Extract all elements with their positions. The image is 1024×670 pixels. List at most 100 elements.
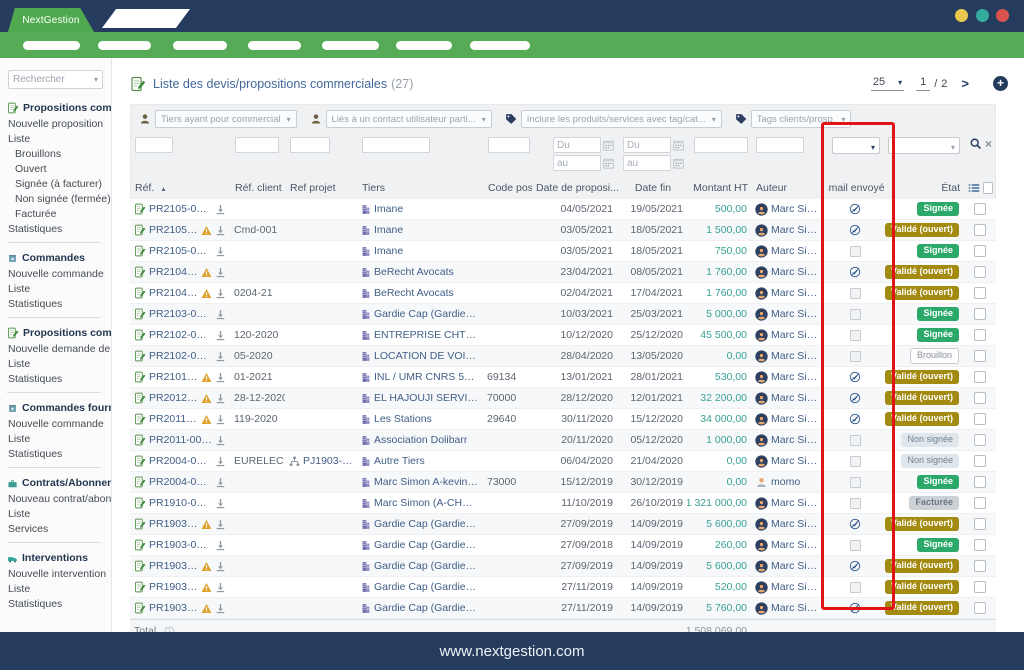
proposal-ref-link[interactable]: PR1910-0010 bbox=[149, 497, 212, 509]
sidebar-search-select[interactable]: Rechercher bbox=[8, 70, 103, 89]
status-filter-select[interactable] bbox=[888, 137, 960, 154]
author-link[interactable]: Marc Simon bbox=[771, 371, 823, 383]
row-checkbox[interactable] bbox=[974, 371, 986, 383]
download-icon[interactable] bbox=[215, 498, 226, 509]
table-row[interactable]: PR2011-0013Association Dolibarr20/11/202… bbox=[130, 430, 996, 451]
author-link[interactable]: Marc Simon bbox=[771, 413, 823, 425]
sidebar-item[interactable]: Liste bbox=[0, 431, 111, 446]
row-checkbox[interactable] bbox=[974, 266, 986, 278]
tiers-link[interactable]: Les Stations bbox=[374, 413, 432, 425]
author-link[interactable]: Marc Simon bbox=[771, 329, 823, 341]
current-page-input[interactable]: 1 bbox=[916, 76, 930, 91]
author-link[interactable]: Marc Simon bbox=[771, 392, 823, 404]
sidebar-section-title[interactable]: Propositions comme... bbox=[0, 324, 111, 341]
tiers-link[interactable]: LOCATION DE VOITURE & R... bbox=[374, 350, 479, 362]
column-header[interactable]: Date fin bbox=[618, 182, 688, 194]
sidebar-item[interactable]: Nouvelle demande de prix bbox=[0, 341, 111, 356]
status-dot-red[interactable] bbox=[996, 9, 1009, 22]
proposal-ref-link[interactable]: PR1903-0006 bbox=[149, 581, 198, 593]
filter-dropdown[interactable]: Liés à un contact utilisateur parti... bbox=[326, 110, 492, 128]
column-header[interactable]: État bbox=[884, 182, 964, 194]
download-icon[interactable] bbox=[215, 477, 226, 488]
sidebar-item[interactable]: Statistiques bbox=[0, 371, 111, 386]
table-row[interactable]: PR2102-0018120-2020ENTREPRISE CHTIOUI10/… bbox=[130, 325, 996, 346]
sidebar-section-title[interactable]: Interventions bbox=[0, 549, 111, 566]
column-header[interactable]: Ref projet bbox=[286, 182, 358, 194]
sidebar-item[interactable]: Nouvelle commande bbox=[0, 266, 111, 281]
tiers-link[interactable]: Gardie Cap (Gardie Cap) bbox=[374, 518, 479, 530]
table-row[interactable]: PR1903-0008Gardie Cap (Gardie Cap)27/09/… bbox=[130, 535, 996, 556]
proposal-ref-link[interactable]: PR2011-0013 bbox=[149, 434, 212, 446]
proposal-ref-link[interactable]: PR2004-0011 bbox=[149, 476, 212, 488]
filter-dropdown[interactable]: Tiers ayant pour commercial bbox=[155, 110, 297, 128]
author-link[interactable]: Marc Simon bbox=[771, 518, 823, 530]
sidebar-section-title[interactable]: Contrats/Abonnements bbox=[0, 474, 111, 491]
row-checkbox[interactable] bbox=[974, 434, 986, 446]
sidebar-item[interactable]: Liste bbox=[0, 581, 111, 596]
tiers-link[interactable]: Imane bbox=[374, 203, 403, 215]
table-row[interactable]: PR2004-0011Marc Simon A-kevin (A-Kevin)7… bbox=[130, 472, 996, 493]
add-proposal-button[interactable] bbox=[993, 76, 1008, 91]
tiers-link[interactable]: EL HAJOUJI SERVICES bbox=[374, 392, 479, 404]
email-sent-filter-select[interactable] bbox=[832, 137, 880, 154]
filter-date-end-to-input[interactable] bbox=[623, 155, 671, 171]
filter-dropdown[interactable]: Tags clients/prosp. bbox=[751, 110, 852, 128]
row-checkbox[interactable] bbox=[974, 581, 986, 593]
column-header[interactable]: Montant HT bbox=[688, 182, 752, 194]
proposal-ref-link[interactable]: PR2105-0023 bbox=[149, 224, 198, 236]
tiers-link[interactable]: Autre Tiers bbox=[374, 455, 425, 467]
proposal-ref-link[interactable]: PR2105-0024 bbox=[149, 203, 212, 215]
sidebar-section-title[interactable]: Propositions comme... bbox=[0, 99, 111, 116]
secondary-tab[interactable] bbox=[102, 9, 190, 28]
row-checkbox[interactable] bbox=[974, 539, 986, 551]
row-checkbox[interactable] bbox=[974, 518, 986, 530]
download-icon[interactable] bbox=[215, 393, 226, 404]
sidebar-section-title[interactable]: Commandes fourniss... bbox=[0, 399, 111, 416]
table-row[interactable]: PR2105-0022Imane03/05/202118/05/2021750,… bbox=[130, 241, 996, 262]
column-header[interactable]: Tiers bbox=[358, 182, 484, 194]
download-icon[interactable] bbox=[215, 414, 226, 425]
download-icon[interactable] bbox=[215, 288, 226, 299]
sidebar-item[interactable]: Services bbox=[0, 521, 111, 536]
tiers-link[interactable]: INL / UMR CNRS 5512 (INL / ... bbox=[374, 371, 479, 383]
author-link[interactable]: Marc Simon bbox=[771, 602, 823, 614]
sidebar-item[interactable]: Non signée (fermée) bbox=[0, 191, 111, 206]
menu-item-pill[interactable] bbox=[470, 41, 530, 50]
download-icon[interactable] bbox=[215, 540, 226, 551]
sidebar-item[interactable]: Signée (à facturer) bbox=[0, 176, 111, 191]
author-link[interactable]: Marc Simon bbox=[771, 224, 823, 236]
sidebar-item[interactable]: Statistiques bbox=[0, 296, 111, 311]
table-row[interactable]: PR1910-0010Marc Simon (A-CHARIF)11/10/20… bbox=[130, 493, 996, 514]
sidebar-item[interactable]: Liste bbox=[0, 281, 111, 296]
table-row[interactable]: PR2105-0024Imane04/05/202119/05/2021500,… bbox=[130, 199, 996, 220]
table-row[interactable]: PR2102-001705-2020LOCATION DE VOITURE & … bbox=[130, 346, 996, 367]
column-header[interactable]: Code postal bbox=[484, 182, 532, 194]
tiers-link[interactable]: BeRecht Avocats bbox=[374, 287, 454, 299]
row-checkbox[interactable] bbox=[974, 329, 986, 341]
download-icon[interactable] bbox=[215, 372, 226, 383]
filter-project-input[interactable] bbox=[290, 137, 330, 153]
proposal-ref-link[interactable]: PR1903-0005 bbox=[149, 602, 198, 614]
calendar-icon[interactable] bbox=[603, 140, 614, 151]
author-link[interactable]: Marc Simon bbox=[771, 581, 823, 593]
filter-client-ref-input[interactable] bbox=[235, 137, 279, 153]
proposal-ref-link[interactable]: PR2105-0022 bbox=[149, 245, 212, 257]
proposal-ref-link[interactable]: PR2102-0018 bbox=[149, 329, 212, 341]
sidebar-item[interactable]: Statistiques bbox=[0, 596, 111, 611]
tiers-link[interactable]: Association Dolibarr bbox=[374, 434, 467, 446]
author-link[interactable]: Marc Simon bbox=[771, 308, 823, 320]
proposal-ref-link[interactable]: PR2012-0015 bbox=[149, 392, 198, 404]
column-header[interactable]: Email envoyé? bbox=[828, 182, 884, 194]
table-row[interactable]: PR1903-0009Gardie Cap (Gardie Cap)27/09/… bbox=[130, 514, 996, 535]
table-row[interactable]: PR2011-0014119-2020Les Stations2964030/1… bbox=[130, 409, 996, 430]
author-link[interactable]: Marc Simon bbox=[771, 245, 823, 257]
proposal-ref-link[interactable]: PR1903-0008 bbox=[149, 539, 212, 551]
filter-postcode-input[interactable] bbox=[488, 137, 530, 153]
calendar-icon[interactable] bbox=[673, 158, 684, 169]
row-checkbox[interactable] bbox=[974, 224, 986, 236]
sidebar-item[interactable]: Facturée bbox=[0, 206, 111, 221]
menu-item-pill[interactable] bbox=[322, 41, 379, 50]
row-checkbox[interactable] bbox=[974, 392, 986, 404]
proposal-ref-link[interactable]: PR2102-0017 bbox=[149, 350, 212, 362]
proposal-ref-link[interactable]: PR1903-0009 bbox=[149, 518, 198, 530]
